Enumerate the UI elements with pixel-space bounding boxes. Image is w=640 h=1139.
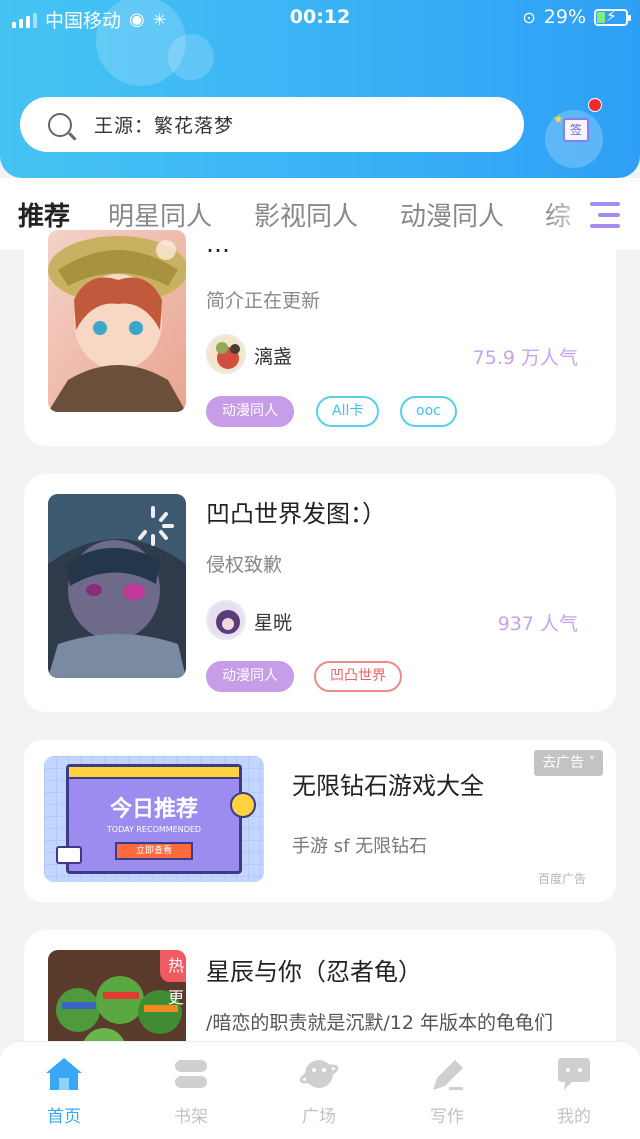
ad-banner-title: 今日推荐: [109, 797, 198, 822]
nav-home[interactable]: 首页: [24, 1056, 104, 1127]
popularity-count: 937 人气: [497, 613, 578, 635]
megaphone-icon: [56, 846, 82, 864]
book-description: /暗恋的职责就是沉默/12 年版本的龟龟们: [206, 1012, 554, 1034]
planet-sticker-icon: [230, 792, 256, 818]
book-tag[interactable]: All卡: [316, 396, 380, 427]
ad-description: 手游 sf 无限钻石: [292, 836, 428, 857]
nav-profile[interactable]: 我的: [534, 1056, 614, 1127]
ad-banner-button: 立即查看: [115, 842, 193, 860]
book-title[interactable]: 凹凸世界发图：）: [206, 494, 386, 529]
book-tag[interactable]: 凹凸世界: [314, 661, 402, 692]
battery-percent: 29%: [543, 6, 586, 28]
status-bar: 中国移动 ◉ ✳ 00:12 ⊙ 29% ⚡: [0, 0, 640, 36]
header: 中国移动 ◉ ✳ 00:12 ⊙ 29% ⚡ 王源：繁花落梦 ★ 签: [0, 0, 640, 178]
ad-card[interactable]: 今日推荐 TODAY RECOMMENDED 立即查看 去广告 ˅ 无限钻石游戏…: [24, 740, 616, 902]
book-description: 侵权致歉: [206, 554, 283, 576]
remove-ad-button[interactable]: 去广告 ˅: [534, 750, 604, 776]
book-title[interactable]: 星辰与你（忍者龟）: [206, 952, 422, 987]
book-cover[interactable]: [48, 230, 186, 412]
remove-ad-label: 去广告: [542, 755, 584, 771]
battery-icon: ⚡: [594, 7, 631, 26]
author-name[interactable]: 漓盏: [254, 342, 292, 369]
nav-plaza[interactable]: 广场: [279, 1056, 359, 1127]
chat-icon: [554, 1056, 594, 1092]
book-tag[interactable]: 动漫同人: [206, 396, 294, 427]
ad-banner-subtitle: TODAY RECOMMENDED: [106, 825, 202, 834]
book-cover[interactable]: [48, 494, 186, 678]
nav-label: 广场: [302, 1107, 336, 1127]
book-card[interactable]: … 简介正在更新 漓盏 75.9 万人气 动漫同人 All卡 ooc: [24, 230, 616, 446]
tab-celebrity-fanfic[interactable]: 明星同人: [108, 196, 212, 233]
nav-label: 写作: [430, 1107, 464, 1127]
book-card[interactable]: 凹凸世界发图：） 侵权致歉 星晄 937 人气 动漫同人 凹凸世界: [24, 474, 616, 712]
notification-dot: [588, 98, 602, 112]
book-tag[interactable]: 动漫同人: [206, 661, 294, 692]
book-description: 简介正在更新: [206, 290, 321, 312]
ad-title[interactable]: 无限钻石游戏大全: [292, 766, 484, 801]
home-icon: [44, 1056, 84, 1092]
nav-label: 书架: [174, 1107, 208, 1127]
nav-bookshelf[interactable]: 书架: [151, 1056, 231, 1127]
bookshelf-icon: [171, 1056, 211, 1092]
gift-icon: 签: [563, 118, 589, 142]
search-placeholder: 王源：繁花落梦: [94, 115, 235, 137]
planet-icon: [299, 1056, 339, 1092]
hot-update-badge: 热更: [160, 950, 186, 1007]
menu-icon[interactable]: [588, 200, 620, 230]
ad-banner-image[interactable]: 今日推荐 TODAY RECOMMENDED 立即查看: [44, 756, 264, 882]
nav-write[interactable]: 写作: [407, 1056, 487, 1127]
tab-anime-fanfic[interactable]: 动漫同人: [400, 196, 504, 233]
search-icon: [48, 112, 72, 137]
decor-bubble: [168, 34, 214, 80]
book-title[interactable]: …: [206, 230, 230, 258]
bottom-nav: 首页 书架 广场 写作 我的: [0, 1041, 640, 1139]
nav-label: 我的: [557, 1107, 591, 1127]
ad-source-label: 百度广告: [538, 872, 587, 886]
pen-icon: [427, 1056, 467, 1092]
search-bar[interactable]: 王源：繁花落梦: [20, 97, 524, 152]
checkin-gift-button[interactable]: ★ 签: [545, 98, 605, 170]
author-name[interactable]: 星晄: [254, 608, 292, 635]
avatar[interactable]: [206, 334, 246, 374]
tab-film-fanfic[interactable]: 影视同人: [254, 196, 358, 233]
nav-label: 首页: [47, 1107, 81, 1127]
avatar[interactable]: [206, 600, 246, 640]
tab-recommend[interactable]: 推荐: [18, 196, 70, 233]
popularity-count: 75.9 万人气: [472, 347, 578, 369]
book-tag[interactable]: ooc: [400, 396, 457, 427]
rotation-lock-icon: ⊙: [522, 7, 536, 27]
